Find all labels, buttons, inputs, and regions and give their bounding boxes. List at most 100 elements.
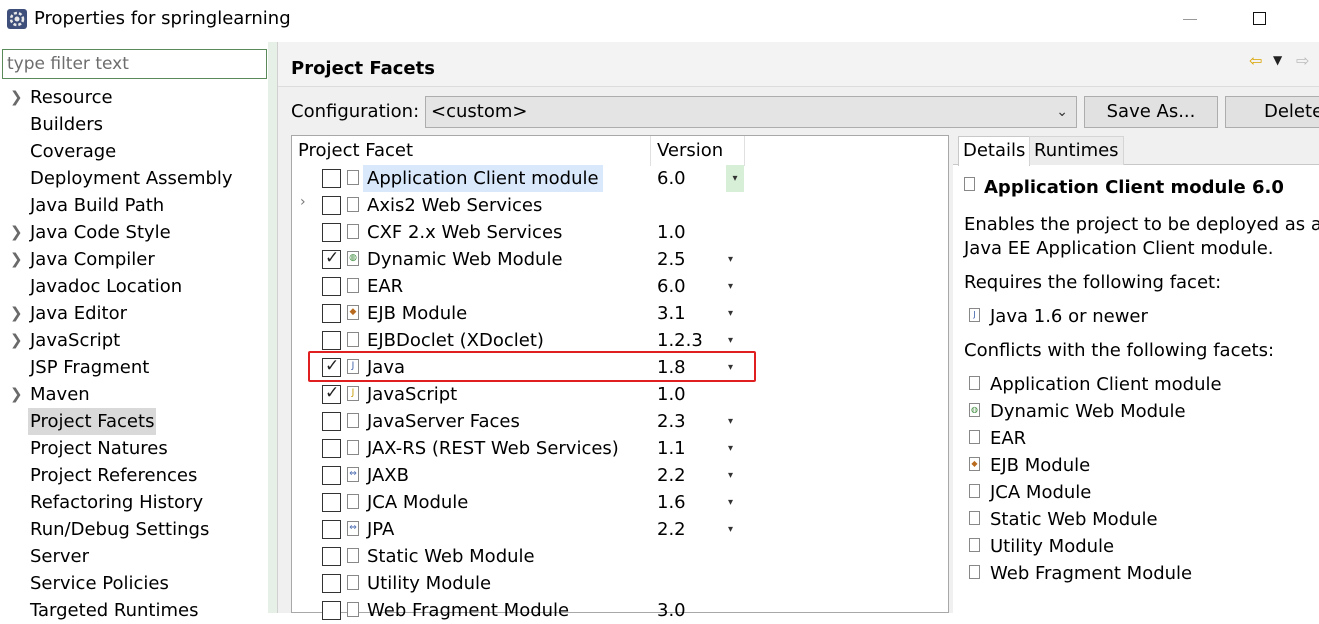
column-header-version[interactable]: Version	[657, 139, 723, 163]
nav-item[interactable]: Coverage	[0, 138, 268, 165]
facet-checkbox[interactable]	[322, 223, 341, 242]
facet-checkbox[interactable]	[322, 439, 341, 458]
facet-checkbox[interactable]	[322, 547, 341, 566]
table-row[interactable]: ◆ EJB Module 3.1 ▾	[292, 300, 948, 327]
nav-item-label: Resource	[30, 87, 113, 108]
chevron-right-icon[interactable]: ❯	[10, 381, 23, 408]
table-row[interactable]: EAR 6.0 ▾	[292, 273, 948, 300]
facet-checkbox[interactable]: ✓	[322, 248, 341, 269]
nav-item[interactable]: Service Policies	[0, 570, 268, 597]
chevron-right-icon[interactable]: ❯	[10, 84, 23, 111]
forward-arrow-icon[interactable]: ⇨	[1296, 51, 1309, 70]
tab-details[interactable]: Details	[958, 136, 1031, 166]
nav-item[interactable]: Run/Debug Settings	[0, 516, 268, 543]
facet-checkbox[interactable]	[322, 169, 341, 188]
chevron-right-icon[interactable]: ❯	[10, 300, 23, 327]
nav-item[interactable]: ❯ Resource	[0, 84, 268, 111]
delete-button[interactable]: Delete	[1225, 96, 1319, 128]
facet-name: JavaScript	[367, 384, 458, 405]
nav-item[interactable]: ❯ Java Editor	[0, 300, 268, 327]
nav-item[interactable]: Deployment Assembly	[0, 165, 268, 192]
chevron-right-icon[interactable]: ❯	[10, 327, 23, 354]
table-row[interactable]: Web Fragment Module 3.0	[292, 597, 948, 624]
version-dropdown-icon[interactable]: ▾	[728, 489, 733, 516]
nav-item[interactable]: Java Build Path	[0, 192, 268, 219]
nav-item-label: Project References	[30, 465, 198, 486]
facet-version: 6.0	[657, 168, 686, 189]
page-icon	[969, 430, 980, 444]
nav-item[interactable]: Project References	[0, 462, 268, 489]
nav-item[interactable]: ❯ Java Compiler	[0, 246, 268, 273]
facet-checkbox[interactable]	[322, 493, 341, 512]
nav-item-label: Service Policies	[30, 573, 169, 594]
nav-item-label: JavaScript	[30, 330, 121, 351]
maximize-button[interactable]	[1253, 12, 1266, 25]
chevron-down-icon: ⌄	[1056, 104, 1068, 120]
facet-checkbox[interactable]	[322, 466, 341, 485]
version-dropdown-icon[interactable]: ▾	[728, 300, 733, 327]
chevron-right-icon[interactable]: ❯	[10, 219, 23, 246]
nav-item[interactable]: Builders	[0, 111, 268, 138]
nav-item[interactable]: ❯ JavaScript	[0, 327, 268, 354]
tab-runtimes[interactable]: Runtimes	[1029, 136, 1124, 165]
version-dropdown-icon[interactable]: ▾	[728, 516, 733, 543]
table-row[interactable]: Application Client module 6.0 ▾	[292, 165, 948, 192]
version-dropdown-icon[interactable]: ▾	[728, 435, 733, 462]
table-row[interactable]: JavaServer Faces 2.3 ▾	[292, 408, 948, 435]
table-row[interactable]: ✓ ◍ Dynamic Web Module 2.5 ▾	[292, 246, 948, 273]
column-separator	[650, 136, 651, 166]
chevron-right-icon[interactable]: ❯	[10, 246, 23, 273]
nav-item[interactable]: Targeted Runtimes	[0, 597, 268, 624]
nav-item[interactable]: Javadoc Location	[0, 273, 268, 300]
configuration-select[interactable]: <custom> ⌄	[425, 96, 1077, 128]
table-row[interactable]: CXF 2.x Web Services 1.0	[292, 219, 948, 246]
version-dropdown-icon[interactable]: ▾	[728, 273, 733, 300]
nav-item-label: Refactoring History	[30, 492, 204, 513]
version-dropdown-icon[interactable]: ▾	[728, 462, 733, 489]
facet-checkbox[interactable]: ✓	[322, 383, 341, 404]
conflicting-facet: JCA Module	[990, 482, 1092, 503]
table-row[interactable]: ⇔ JPA 2.2 ▾	[292, 516, 948, 543]
chevron-right-icon[interactable]: ›	[300, 194, 306, 210]
version-dropdown-icon[interactable]: ▾	[728, 246, 733, 273]
version-dropdown-icon[interactable]: ▾	[726, 165, 744, 192]
column-header-facet[interactable]: Project Facet	[298, 139, 413, 163]
facet-checkbox[interactable]	[322, 601, 341, 620]
table-row[interactable]: JCA Module 1.6 ▾	[292, 489, 948, 516]
version-dropdown-icon[interactable]: ▾	[728, 408, 733, 435]
nav-item[interactable]: Project Facets	[0, 408, 268, 435]
facet-checkbox[interactable]	[322, 277, 341, 296]
table-row[interactable]: EJBDoclet (XDoclet) 1.2.3 ▾	[292, 327, 948, 354]
version-dropdown-icon[interactable]: ▾	[728, 327, 733, 354]
nav-scrollbar[interactable]	[268, 42, 277, 613]
conflicting-facet: EJB Module	[990, 455, 1091, 476]
facet-checkbox[interactable]	[322, 304, 341, 323]
table-row[interactable]: › Axis2 Web Services	[292, 192, 948, 219]
nav-item-label: Project Natures	[30, 438, 168, 459]
nav-item[interactable]: ❯ Java Code Style	[0, 219, 268, 246]
dropdown-arrow-icon[interactable]: ▼	[1273, 53, 1282, 67]
table-row[interactable]: ⇔ JAXB 2.2 ▾	[292, 462, 948, 489]
nav-item-label: Targeted Runtimes	[30, 600, 199, 621]
facet-checkbox[interactable]	[322, 412, 341, 431]
nav-item[interactable]: Project Natures	[0, 435, 268, 462]
filter-input[interactable]	[2, 49, 267, 79]
gear-icon	[7, 9, 27, 29]
table-row[interactable]: Utility Module	[292, 570, 948, 597]
save-as-button[interactable]: Save As...	[1084, 96, 1218, 128]
facet-checkbox[interactable]	[322, 331, 341, 350]
facet-checkbox[interactable]	[322, 574, 341, 593]
table-row[interactable]: ✓ J JavaScript 1.0	[292, 381, 948, 408]
minimize-button[interactable]	[1183, 19, 1197, 20]
facet-checkbox[interactable]	[322, 520, 341, 539]
details-title: Application Client module 6.0	[984, 177, 1284, 198]
table-row[interactable]: JAX-RS (REST Web Services) 1.1 ▾	[292, 435, 948, 462]
nav-item[interactable]: JSP Fragment	[0, 354, 268, 381]
facet-name: Dynamic Web Module	[367, 249, 563, 270]
facet-checkbox[interactable]	[322, 196, 341, 215]
nav-item[interactable]: Refactoring History	[0, 489, 268, 516]
nav-item[interactable]: ❯ Maven	[0, 381, 268, 408]
nav-item[interactable]: Server	[0, 543, 268, 570]
table-row[interactable]: Static Web Module	[292, 543, 948, 570]
back-arrow-icon[interactable]: ⇦	[1249, 51, 1262, 70]
